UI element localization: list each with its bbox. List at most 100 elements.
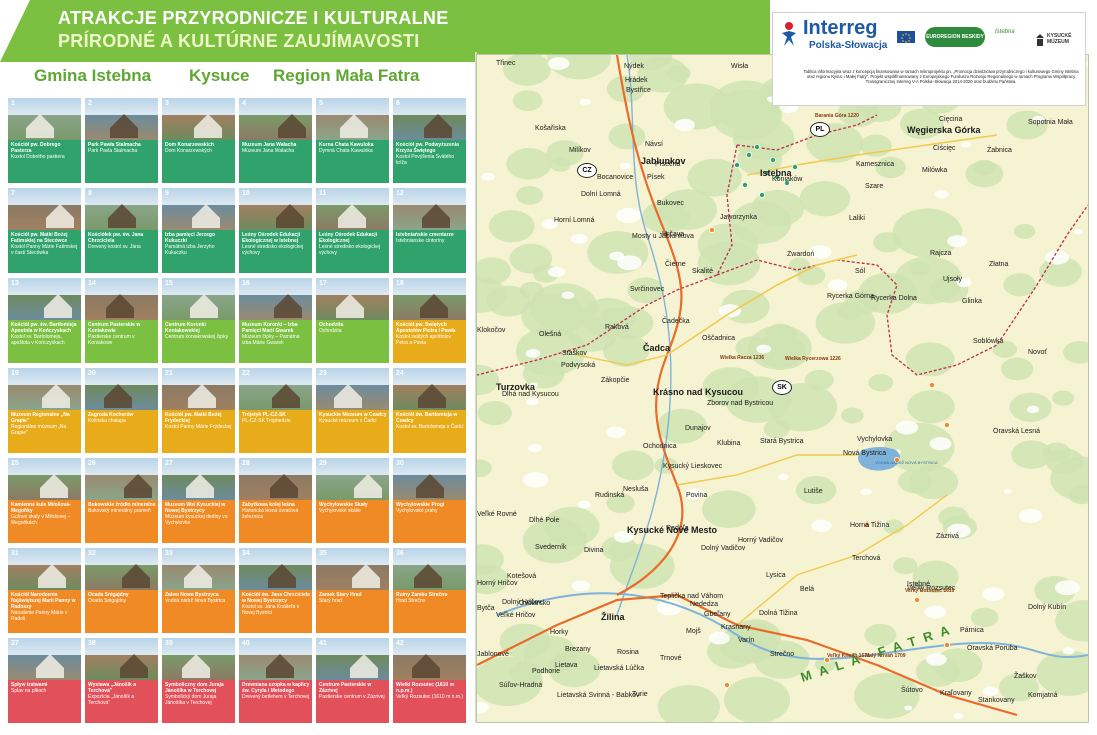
attraction-tile-40[interactable]: 40 Drewniana szopka w kaplicy św. Cyryla … bbox=[239, 638, 312, 723]
attraction-tile-9[interactable]: 9 Izba pamięci Jerzego Kukuczki Pamätná iz… bbox=[162, 188, 235, 273]
attraction-number: 4 bbox=[242, 100, 246, 107]
attraction-tile-25[interactable]: 25 Kamienne kule Milošová-Megoňky Guľové s… bbox=[8, 458, 81, 543]
attraction-title-sk: Kysucké múzeum v Čadci bbox=[319, 418, 377, 424]
header-notch bbox=[0, 0, 30, 62]
attraction-caption: Kościół św. Bartłomieja w Czadcy Kostol s… bbox=[396, 412, 464, 452]
attraction-tile-19[interactable]: 19 Muzeum Regionalne „Na Grapie” Regionáln… bbox=[8, 368, 81, 453]
attraction-tile-15[interactable]: 15 Centrum Koronki Koniakowskiej Centrum k… bbox=[162, 278, 235, 363]
attraction-tile-16[interactable]: 16 Muzeum Koronki – Izba Pamięci Marii Gw… bbox=[239, 278, 312, 363]
attraction-tile-2[interactable]: 2 Park Pawła Stalmacha Park Pavla Stalmach… bbox=[85, 98, 158, 183]
attraction-tile-24[interactable]: 24 Kościół św. Bartłomieja w Czadcy Kostol… bbox=[393, 368, 466, 453]
attraction-tile-13[interactable]: 13 Kościół pw. św. Bartłomieja Apostoła w… bbox=[8, 278, 81, 363]
town-label: Trnové bbox=[660, 655, 682, 662]
attraction-tile-35[interactable]: 35 Zamek Stary Hrad Starý hrad bbox=[316, 548, 389, 633]
clearing-area bbox=[616, 207, 642, 223]
attraction-number: 24 bbox=[396, 370, 404, 377]
attraction-tile-34[interactable]: 34 Kościół św. Jana Chrzciciela w Nowej B… bbox=[239, 548, 312, 633]
forest-area bbox=[799, 180, 851, 217]
attraction-tile-33[interactable]: 33 Zalew Nowa Bystrzyca Vodná nádrž Nová B… bbox=[162, 548, 235, 633]
attraction-caption: Ochodzita Ochodzita bbox=[319, 322, 387, 362]
forest-area bbox=[522, 518, 587, 564]
attraction-caption: Leśny Ośrodek Edukacji Ekologicznej Lesné… bbox=[319, 232, 387, 272]
attraction-title-pl: Kamienne kule Milošová-Megoňky bbox=[11, 502, 71, 514]
attraction-tile-21[interactable]: 21 Kościół pw. Matki Bożej Frydeckiej Kost… bbox=[162, 368, 235, 453]
attraction-title-sk: Historická lesná úvraťová železnica bbox=[242, 508, 299, 520]
attraction-title-pl: Kościół Narodzenia Najświętszej Marii Pa… bbox=[11, 592, 76, 610]
attraction-title-pl: Kościół św. Bartłomieja w Czadcy bbox=[396, 412, 458, 424]
attraction-number: 21 bbox=[165, 370, 173, 377]
town-label: Żabnica bbox=[987, 147, 1012, 154]
attraction-tile-11[interactable]: 11 Leśny Ośrodek Edukacji Ekologicznej Les… bbox=[316, 188, 389, 273]
attraction-photo bbox=[85, 188, 158, 230]
attraction-tile-26[interactable]: 26 Bukowskie źródło mineralne Bukovský min… bbox=[85, 458, 158, 543]
attraction-title-sk: Lesné stredisko ekologickej výchovy bbox=[319, 244, 381, 256]
clearing-area bbox=[1054, 580, 1080, 596]
attraction-caption: Kurna Chata Kawuloka Dymná Chata Kawuloka bbox=[319, 142, 387, 182]
town-label: Rudinská bbox=[595, 492, 625, 499]
peak-elevation: 1220 bbox=[847, 113, 859, 119]
town-label: Dolný Kubín bbox=[1028, 604, 1067, 611]
forest-area bbox=[965, 160, 1004, 188]
attraction-tile-20[interactable]: 20 Zagroda Kocherów Kolinska chalupa bbox=[85, 368, 158, 453]
attraction-title-pl: Centrum Pasterskie w Zázrivej bbox=[319, 682, 372, 694]
town-label: Dolný Vadičov bbox=[701, 545, 746, 552]
attraction-tile-17[interactable]: 17 Ochodzita Ochodzita bbox=[316, 278, 389, 363]
attraction-tile-1[interactable]: 1 Kościół pw. Dobrego Pasterza Kostol Dobr… bbox=[8, 98, 81, 183]
town-label: Veľké Hričov bbox=[496, 612, 536, 619]
attraction-tile-12[interactable]: 12 Istebniańskie cmentarze Istebnianske ci… bbox=[393, 188, 466, 273]
attraction-title-sk: Dymná Chata Kawuloka bbox=[319, 148, 373, 154]
attraction-caption: Kościół pw. Dobrego Pasterza Kostol Dobré… bbox=[11, 142, 79, 182]
clearing-area bbox=[1062, 647, 1075, 655]
attraction-tile-42[interactable]: 42 Wielki Rozsutec (1610 m n.p.m.) Veľký R… bbox=[393, 638, 466, 723]
attraction-tile-30[interactable]: 30 Wychylowskie Progi Vychylovské prahy bbox=[393, 458, 466, 543]
attraction-tile-28[interactable]: 28 Zabytkowa kolej leśna Historická lesná … bbox=[239, 458, 312, 543]
attraction-tile-8[interactable]: 8 Kościółek pw. św. Jana Chrzciciela Dreve… bbox=[85, 188, 158, 273]
eu-flag-icon bbox=[897, 31, 915, 43]
attraction-tile-38[interactable]: 38 Wystawa „Jánošík a Terchová” Expozícia … bbox=[85, 638, 158, 723]
attraction-tile-39[interactable]: 39 Symboliczny dom Juraja Jánošíka w Terc… bbox=[162, 638, 235, 723]
attraction-tile-29[interactable]: 29 Wychylowskie Skały Vychylovské skálie bbox=[316, 458, 389, 543]
attraction-caption: Kościół pw. Świętych Apostołów Piotra i … bbox=[396, 322, 464, 362]
attraction-title-sk: Osada Snigajdny bbox=[88, 598, 127, 604]
attraction-marker bbox=[913, 597, 920, 604]
attraction-tile-27[interactable]: 27 Muzeum Wsi Kysuckiej w Nowej Bystrzycy… bbox=[162, 458, 235, 543]
attraction-title-sk: Kostol svätých apoštolov Petra a Pavla bbox=[396, 334, 452, 346]
town-label: Radoľa bbox=[666, 525, 689, 532]
attraction-tile-6[interactable]: 6 Kościół pw. Podwyższenia Krzyża Święteg… bbox=[393, 98, 466, 183]
attraction-title-sk: Vychylovské skálie bbox=[319, 508, 361, 514]
town-label: Krásno nad Kysucou bbox=[653, 387, 744, 397]
town-label: Povina bbox=[686, 492, 708, 499]
clearing-area bbox=[481, 172, 495, 181]
attraction-caption: Muzeum Jana Wałacha Múzeum Jana Wałacha bbox=[242, 142, 310, 182]
attraction-tile-10[interactable]: 10 Leśny Ośrodek Edukacji Ekologicznej w … bbox=[239, 188, 312, 273]
attraction-title-pl: Centrum Pasterskie w Koniakowie bbox=[88, 322, 141, 334]
attraction-photo bbox=[8, 98, 81, 140]
attraction-title-pl: Symboliczny dom Juraja Jánošíka w Tercho… bbox=[165, 682, 224, 694]
attraction-title-sk: Kostol Povýšenia Svätého kríža bbox=[396, 154, 455, 166]
attraction-tile-7[interactable]: 7 Kościół pw. Matki Bożej Fatimskiej na S… bbox=[8, 188, 81, 273]
attraction-tile-32[interactable]: 32 Ocada Snigajdny Osada Snigajdny bbox=[85, 548, 158, 633]
attraction-tile-3[interactable]: 3 Dom Konarzewskich Dom Konarzewských bbox=[162, 98, 235, 183]
attraction-title-sk: Lesné stredisko ekologickej výchovy bbox=[242, 244, 304, 256]
attraction-caption: Centrum Pasterskie w Zázrivej Pastierske … bbox=[319, 682, 387, 722]
attraction-tile-37[interactable]: 37 Spływ tratwami Splav na pltiach bbox=[8, 638, 81, 723]
attraction-tile-22[interactable]: 22 Trójstyk PL-CZ-SK PL-CZ-SK Trojmedzie bbox=[239, 368, 312, 453]
attraction-tile-5[interactable]: 5 Kurna Chata Kawuloka Dymná Chata Kawulok… bbox=[316, 98, 389, 183]
region-map[interactable]: CZ PL SK Třinec Nýdek Wisła Hrádek Bystřice Koša… bbox=[476, 54, 1089, 723]
forest-area bbox=[892, 208, 963, 258]
attraction-tile-4[interactable]: 4 Muzeum Jana Wałacha Múzeum Jana Wałacha bbox=[239, 98, 312, 183]
town-label: Klubina bbox=[717, 440, 741, 447]
town-label: Novoť bbox=[1028, 349, 1047, 356]
attraction-tile-31[interactable]: 31 Kościół Narodzenia Najświętszej Marii … bbox=[8, 548, 81, 633]
attraction-number: 23 bbox=[319, 370, 327, 377]
attraction-number: 32 bbox=[88, 550, 96, 557]
attraction-tile-18[interactable]: 18 Kościół pw. Świętych Apostołów Piotra … bbox=[393, 278, 466, 363]
attraction-tile-36[interactable]: 36 Ruiny Zamku Strečno Hrad Strečno bbox=[393, 548, 466, 633]
town-label: Klokočov bbox=[477, 327, 506, 334]
town-label: Skalité bbox=[692, 268, 714, 275]
attraction-tile-23[interactable]: 23 Kysuckie Muzeum w Czadcy Kysucké múzeum… bbox=[316, 368, 389, 453]
attraction-tile-41[interactable]: 41 Centrum Pasterskie w Zázrivej Pastiersk… bbox=[316, 638, 389, 723]
attraction-tile-14[interactable]: 14 Centrum Pasterskie w Koniakowie Pastier… bbox=[85, 278, 158, 363]
attraction-caption: Leśny Ośrodek Edukacji Ekologicznej w Is… bbox=[242, 232, 310, 272]
town-label: Horná Tižina bbox=[850, 522, 890, 529]
